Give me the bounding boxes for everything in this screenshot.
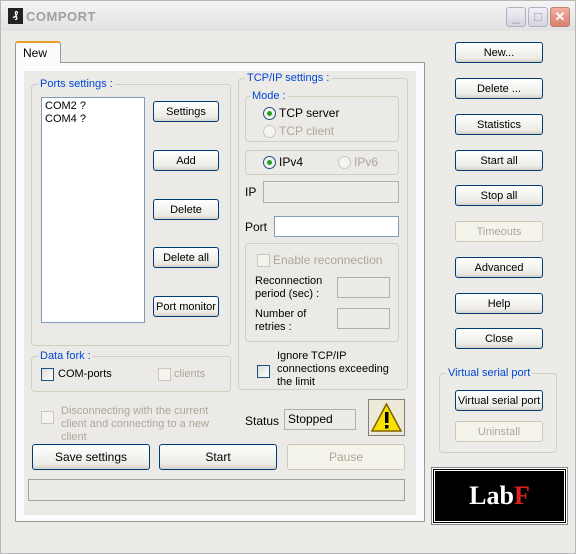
status-value: Stopped xyxy=(284,409,356,430)
start-all-button[interactable]: Start all xyxy=(455,150,543,171)
ip-input[interactable] xyxy=(263,181,399,203)
ports-listbox[interactable]: COM2 ? COM4 ? xyxy=(41,97,145,323)
uninstall-button[interactable]: Uninstall xyxy=(455,421,543,442)
disconnecting-checkbox[interactable] xyxy=(41,411,54,424)
ignore-connections-checkbox[interactable] xyxy=(257,365,270,378)
delete-button[interactable]: Delete ... xyxy=(455,78,543,99)
close-button[interactable]: Close xyxy=(455,328,543,349)
disconnecting-label: Disconnecting with the current client an… xyxy=(61,405,209,443)
save-settings-button[interactable]: Save settings xyxy=(32,444,150,470)
reconnection-period-label: Reconnection period (sec) : xyxy=(255,275,323,300)
window-title: COMPORT xyxy=(26,9,96,24)
advanced-button[interactable]: Advanced xyxy=(455,257,543,278)
com-ports-checkbox[interactable] xyxy=(41,368,54,381)
help-button[interactable]: Help xyxy=(455,293,543,314)
tcp-client-label: TCP client xyxy=(279,124,335,138)
ipv6-label: IPv6 xyxy=(354,155,379,169)
minimize-button[interactable]: _ xyxy=(506,7,526,27)
enable-reconnection-checkbox[interactable] xyxy=(257,254,270,267)
tcpip-settings-label: TCP/IP settings : xyxy=(245,72,332,84)
comport-app-icon: ₰ xyxy=(8,8,23,24)
maximize-button[interactable]: □ xyxy=(528,7,548,27)
stop-all-button[interactable]: Stop all xyxy=(455,185,543,206)
timeouts-button[interactable]: Timeouts xyxy=(455,221,543,242)
start-button[interactable]: Start xyxy=(159,444,277,470)
tcp-server-label: TCP server xyxy=(279,106,340,120)
title-bar: ₰ COMPORT _ □ ✕ xyxy=(1,1,575,31)
labf-logo: LabF xyxy=(431,467,568,525)
statistics-button[interactable]: Statistics xyxy=(455,114,543,135)
settings-button[interactable]: Settings xyxy=(153,101,219,122)
port-label: Port xyxy=(245,220,268,234)
logo-text-white: Lab xyxy=(469,481,514,510)
status-label: Status xyxy=(245,414,280,428)
delete-all-button[interactable]: Delete all xyxy=(153,247,219,268)
enable-reconnection-label: Enable reconnection xyxy=(273,253,383,267)
warning-icon xyxy=(370,402,403,432)
new-button[interactable]: New... xyxy=(455,42,543,63)
progress-bar xyxy=(28,479,405,501)
logo-text-red: F xyxy=(513,481,530,510)
tcp-client-radio[interactable] xyxy=(263,125,276,138)
reconnection-period-input[interactable] xyxy=(337,277,390,298)
ipv6-radio[interactable] xyxy=(338,156,351,169)
port-item[interactable]: COM4 ? xyxy=(45,113,141,126)
add-button[interactable]: Add xyxy=(153,150,219,171)
port-item[interactable]: COM2 ? xyxy=(45,100,141,113)
com-ports-label: COM-ports xyxy=(58,368,112,380)
ip-label: IP xyxy=(245,185,257,199)
clients-label: clients xyxy=(174,368,206,380)
virtual-serial-port-label: Virtual serial port xyxy=(446,367,533,379)
ports-settings-label: Ports settings : xyxy=(38,78,115,90)
number-of-retries-label: Number of retries : xyxy=(255,308,307,333)
data-fork-label: Data fork : xyxy=(38,350,93,362)
mode-label: Mode : xyxy=(250,90,288,102)
warning-button[interactable] xyxy=(368,399,405,436)
virtual-serial-port-button[interactable]: Virtual serial port xyxy=(455,390,543,411)
ipv4-radio[interactable] xyxy=(263,156,276,169)
ipv4-label: IPv4 xyxy=(279,155,304,169)
number-of-retries-input[interactable] xyxy=(337,308,390,329)
ignore-connections-label: Ignore TCP/IP connections exceeding the … xyxy=(277,350,389,388)
clients-checkbox[interactable] xyxy=(158,368,171,381)
close-window-button[interactable]: ✕ xyxy=(550,7,570,27)
app-window: ₰ COMPORT _ □ ✕ New Ports settings : COM… xyxy=(0,0,576,554)
tab-new[interactable]: New xyxy=(15,41,61,63)
port-input[interactable] xyxy=(274,216,399,237)
pause-button[interactable]: Pause xyxy=(287,444,405,470)
tcp-server-radio[interactable] xyxy=(263,107,276,120)
delete-port-button[interactable]: Delete xyxy=(153,199,219,220)
port-monitor-button[interactable]: Port monitor xyxy=(153,296,219,317)
